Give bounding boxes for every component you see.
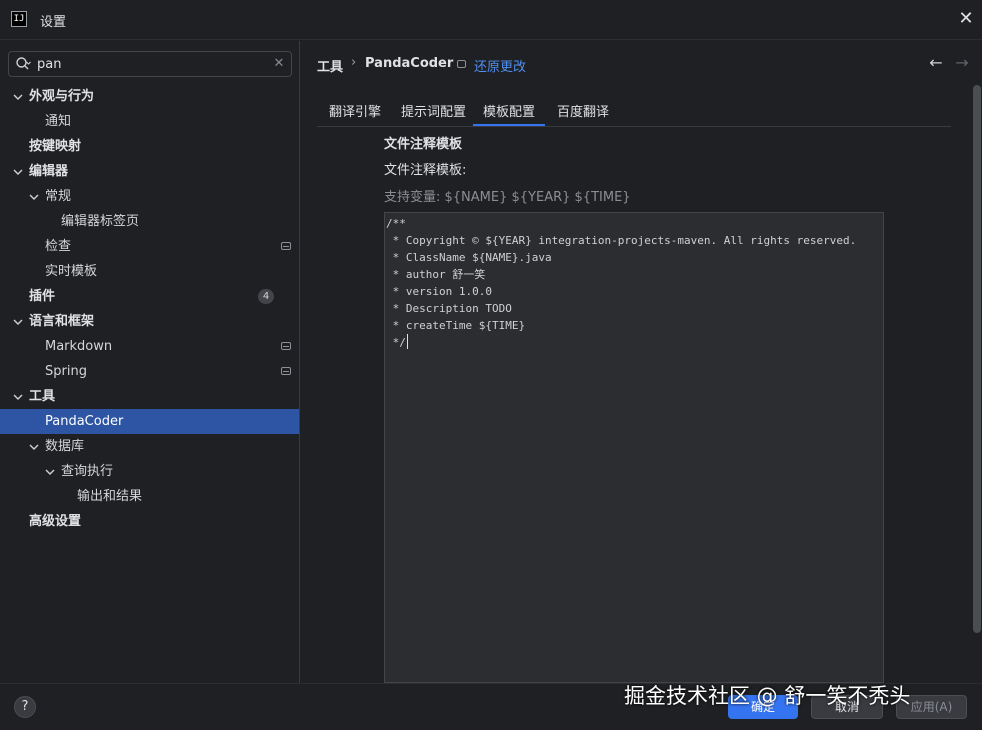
tab-baidu-translate[interactable]: 百度翻译 <box>557 101 609 126</box>
tree-item-query-execution[interactable]: 查询执行 <box>0 459 299 484</box>
tree-item-label: 数据库 <box>45 439 85 454</box>
tree-item-pandacoder[interactable]: PandaCoder <box>0 409 299 434</box>
tree-item-label: 查询执行 <box>61 464 114 479</box>
chevron-down-icon[interactable] <box>13 167 23 177</box>
template-text[interactable]: /** * Copyright © ${YEAR} integration-pr… <box>386 215 856 351</box>
chevron-down-icon[interactable] <box>29 442 39 452</box>
chevron-down-icon[interactable] <box>29 192 39 202</box>
tree-item-label: Markdown <box>45 339 113 354</box>
tab-prompt-config[interactable]: 提示词配置 <box>401 101 466 126</box>
tab-template-config[interactable]: 模板配置 <box>473 101 545 126</box>
search-input[interactable] <box>37 55 257 73</box>
tree-item-label: 检查 <box>45 239 72 254</box>
tree-item-label: 常规 <box>45 189 72 204</box>
tree-item-appearance[interactable]: 外观与行为 <box>0 84 299 109</box>
close-icon[interactable]: ✕ <box>956 8 976 30</box>
tree-item-editor[interactable]: 编辑器 <box>0 159 299 184</box>
window-title: 设置 <box>40 15 67 30</box>
tree-item-database[interactable]: 数据库 <box>0 434 299 459</box>
vertical-scrollbar[interactable] <box>973 85 981 633</box>
chevron-down-icon[interactable] <box>13 92 23 102</box>
help-button[interactable]: ? <box>14 696 36 718</box>
breadcrumb-separator: › <box>351 55 357 70</box>
tree-item-label: 实时模板 <box>45 264 98 279</box>
search-icon <box>16 57 31 70</box>
tree-item-output-results[interactable]: 输出和结果 <box>0 484 299 509</box>
tab-translation-engine[interactable]: 翻译引擎 <box>329 101 381 126</box>
tree-item-label: 按键映射 <box>29 139 82 154</box>
tree-item-label: 编辑器 <box>29 164 69 179</box>
app-icon: IJ <box>11 11 27 27</box>
project-settings-icon <box>281 242 291 250</box>
tree-item-plugins[interactable]: 插件 4 <box>0 284 299 309</box>
settings-content: 工具 › PandaCoder 还原更改 ← → 翻译引擎 提示词配置 模板配置… <box>301 41 982 683</box>
plugins-count-badge: 4 <box>258 289 274 304</box>
breadcrumb-current: PandaCoder <box>365 56 454 71</box>
template-editor[interactable]: /** * Copyright © ${YEAR} integration-pr… <box>384 212 884 683</box>
tree-item-tools[interactable]: 工具 <box>0 384 299 409</box>
title-bar: IJ 设置 ✕ <box>0 0 982 40</box>
tree-item-label: Spring <box>45 364 87 379</box>
tree-item-label: 通知 <box>45 114 72 129</box>
tree-item-label: 语言和框架 <box>29 314 95 329</box>
tree-item-label: 外观与行为 <box>29 89 95 104</box>
dialog-footer: ? 确定 取消 应用(A) 掘金技术社区 @ 舒一笑不秃头 <box>0 683 982 730</box>
chevron-down-icon[interactable] <box>13 317 23 327</box>
field-label: 文件注释模板: <box>384 163 467 178</box>
tree-item-notifications[interactable]: 通知 <box>0 109 299 134</box>
chevron-down-icon[interactable] <box>13 392 23 402</box>
watermark: 掘金技术社区 @ 舒一笑不秃头 <box>624 684 911 708</box>
project-settings-icon <box>281 342 291 350</box>
tree-item-label: 输出和结果 <box>77 489 143 504</box>
tree-item-markdown[interactable]: Markdown <box>0 334 299 359</box>
settings-tree: 外观与行为 通知 按键映射 编辑器 常规 编辑器标签页 检查 实时模板 插件 4 <box>0 84 299 534</box>
project-settings-icon <box>281 367 291 375</box>
clear-icon[interactable]: ✕ <box>271 55 287 73</box>
tree-item-advanced[interactable]: 高级设置 <box>0 509 299 534</box>
tree-item-label: 编辑器标签页 <box>61 214 140 229</box>
section-title: 文件注释模板 <box>384 137 463 152</box>
variables-hint: 支持变量: ${NAME} ${YEAR} ${TIME} <box>384 190 631 205</box>
tree-item-languages[interactable]: 语言和框架 <box>0 309 299 334</box>
tree-item-live-templates[interactable]: 实时模板 <box>0 259 299 284</box>
breadcrumb-parent: 工具 <box>317 60 344 75</box>
tree-item-editor-tabs[interactable]: 编辑器标签页 <box>0 209 299 234</box>
tree-item-label: 工具 <box>29 389 56 404</box>
tree-item-label: 高级设置 <box>29 514 82 529</box>
back-arrow-icon[interactable]: ← <box>927 53 945 73</box>
tree-item-general[interactable]: 常规 <box>0 184 299 209</box>
settings-sidebar: ✕ 外观与行为 通知 按键映射 编辑器 常规 编辑器标签页 检查 实时模板 <box>0 41 300 683</box>
tree-item-keymap[interactable]: 按键映射 <box>0 134 299 159</box>
restore-changes-link[interactable]: 还原更改 <box>474 56 526 75</box>
forward-arrow-icon[interactable]: → <box>953 53 971 73</box>
restore-icon <box>457 60 466 68</box>
tab-bar: 翻译引擎 提示词配置 模板配置 百度翻译 <box>317 97 951 127</box>
chevron-down-icon[interactable] <box>45 467 55 477</box>
tree-item-label: PandaCoder <box>45 414 124 429</box>
text-caret <box>407 334 408 349</box>
tree-item-inspections[interactable]: 检查 <box>0 234 299 259</box>
tree-item-label: 插件 <box>29 289 56 304</box>
tree-item-spring[interactable]: Spring <box>0 359 299 384</box>
settings-search-box[interactable]: ✕ <box>8 51 292 77</box>
